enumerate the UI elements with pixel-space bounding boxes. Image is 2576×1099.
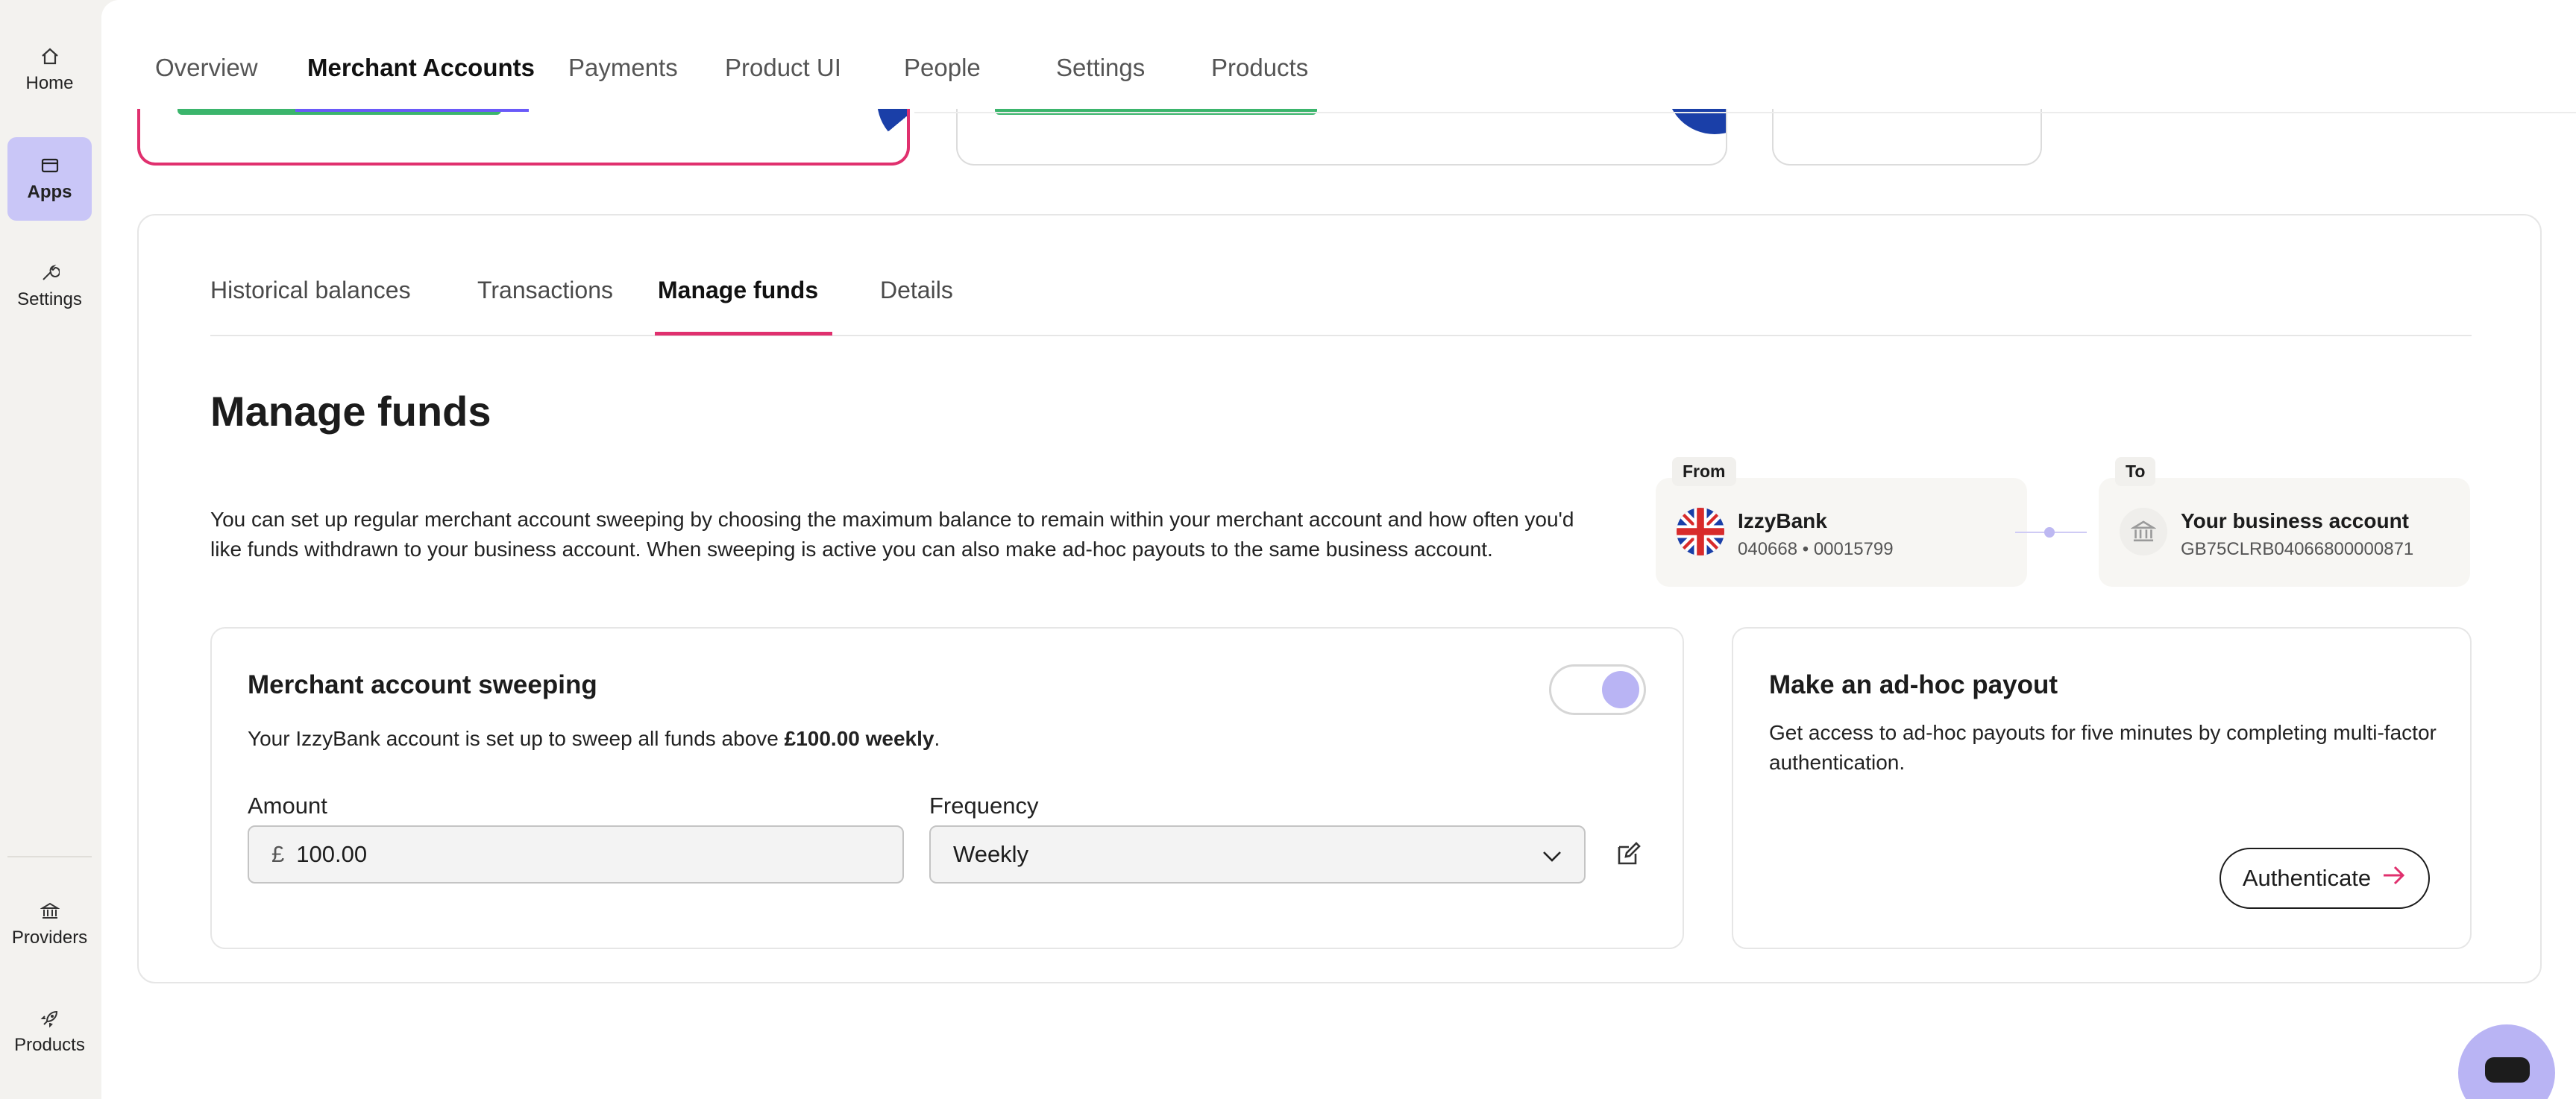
bank-icon (2120, 508, 2167, 555)
bank-icon (40, 901, 60, 922)
tab-payments[interactable]: Payments (568, 54, 678, 82)
sidebar-item-label: Products (14, 1035, 85, 1055)
sidebar-item-providers[interactable]: Providers (7, 883, 92, 966)
to-account-iban: GB75CLRB04066800000871 (2181, 539, 2414, 559)
frequency-value: Weekly (953, 841, 1029, 867)
toggle-knob (1602, 671, 1639, 708)
transfer-connector-dot (2044, 527, 2055, 538)
tab-settings[interactable]: Settings (1056, 54, 1145, 82)
chevron-down-icon (1541, 845, 1563, 873)
to-account-box: To Your business account GB75CLRB0406680… (2099, 457, 2470, 587)
sweeping-summary-suffix: . (934, 727, 940, 750)
sidebar-item-settings[interactable]: Settings (7, 245, 92, 328)
sidebar-item-home[interactable]: Home (7, 28, 92, 112)
adhoc-payout-card: Make an ad-hoc payout Get access to ad-h… (1732, 627, 2472, 949)
payout-description: Get access to ad-hoc payouts for five mi… (1769, 721, 2437, 774)
sweeping-card: Merchant account sweeping Your IzzyBank … (210, 627, 1684, 949)
tab-overview[interactable]: Overview (155, 54, 258, 82)
tab-product-ui[interactable]: Product UI (725, 54, 841, 82)
tab-manage-funds[interactable]: Manage funds (658, 277, 818, 304)
home-icon (40, 46, 60, 67)
edit-icon[interactable] (1615, 840, 1642, 867)
sweeping-summary: Your IzzyBank account is set up to sweep… (248, 724, 940, 754)
top-navigation: Overview Merchant Accounts Payments Prod… (101, 0, 2576, 113)
sweeping-toggle[interactable] (1549, 664, 1646, 715)
page-title: Manage funds (210, 388, 491, 435)
nav-divider (914, 112, 2576, 113)
active-subtab-indicator (655, 332, 832, 336)
manage-funds-description: You can set up regular merchant account … (210, 508, 1574, 561)
tab-people[interactable]: People (904, 54, 981, 82)
sweeping-summary-amount: £100.00 weekly (784, 727, 934, 750)
uk-flag-icon (1677, 508, 1724, 555)
sidebar: Home Apps Settings Providers Products (0, 0, 101, 1099)
frequency-label: Frequency (929, 793, 1039, 819)
to-account-name: Your business account (2181, 509, 2409, 532)
account-subtabs: Historical balances Transactions Manage … (210, 215, 2472, 336)
sidebar-item-label: Apps (27, 182, 72, 202)
tab-historical-balances[interactable]: Historical balances (210, 277, 411, 304)
sidebar-item-apps[interactable]: Apps (7, 137, 92, 221)
amount-input[interactable]: £ 100.00 (248, 825, 904, 884)
main-content: Overview Merchant Accounts Payments Prod… (101, 0, 2576, 1099)
account-details-panel: Historical balances Transactions Manage … (137, 214, 2542, 983)
authenticate-label: Authenticate (2242, 865, 2372, 891)
from-account-details: 040668 • 00015799 (1738, 539, 1894, 559)
sweeping-summary-prefix: Your IzzyBank account is set up to sweep… (248, 727, 785, 750)
amount-label: Amount (248, 793, 327, 819)
sweeping-title: Merchant account sweeping (248, 670, 597, 699)
sidebar-item-products[interactable]: Products (7, 990, 92, 1074)
sidebar-item-label: Providers (11, 928, 88, 948)
authenticate-button[interactable]: Authenticate (2220, 848, 2430, 909)
from-label: From (1672, 457, 1736, 486)
from-account-box: From IzzyBank 040668 • 00015799 (1656, 457, 2027, 587)
arrow-right-icon (2381, 864, 2407, 892)
tab-transactions[interactable]: Transactions (477, 277, 613, 304)
tab-details[interactable]: Details (880, 277, 953, 304)
tab-products[interactable]: Products (1211, 54, 1308, 82)
apps-icon (40, 155, 60, 176)
sidebar-item-label: Home (25, 73, 74, 93)
wrench-icon (40, 262, 60, 283)
active-tab-indicator (295, 109, 529, 112)
frequency-select[interactable]: Weekly (929, 825, 1586, 884)
to-label: To (2115, 457, 2156, 486)
tab-merchant-accounts[interactable]: Merchant Accounts (307, 54, 535, 82)
chat-icon (2485, 1057, 2530, 1083)
amount-value: 100.00 (296, 841, 368, 867)
sidebar-divider (7, 856, 92, 857)
sidebar-item-label: Settings (17, 289, 82, 309)
from-bank-name: IzzyBank (1738, 509, 1827, 532)
currency-symbol: £ (271, 841, 285, 867)
chat-launcher-button[interactable] (2458, 1024, 2555, 1099)
payout-title: Make an ad-hoc payout (1769, 670, 2058, 699)
rocket-icon (40, 1008, 60, 1029)
